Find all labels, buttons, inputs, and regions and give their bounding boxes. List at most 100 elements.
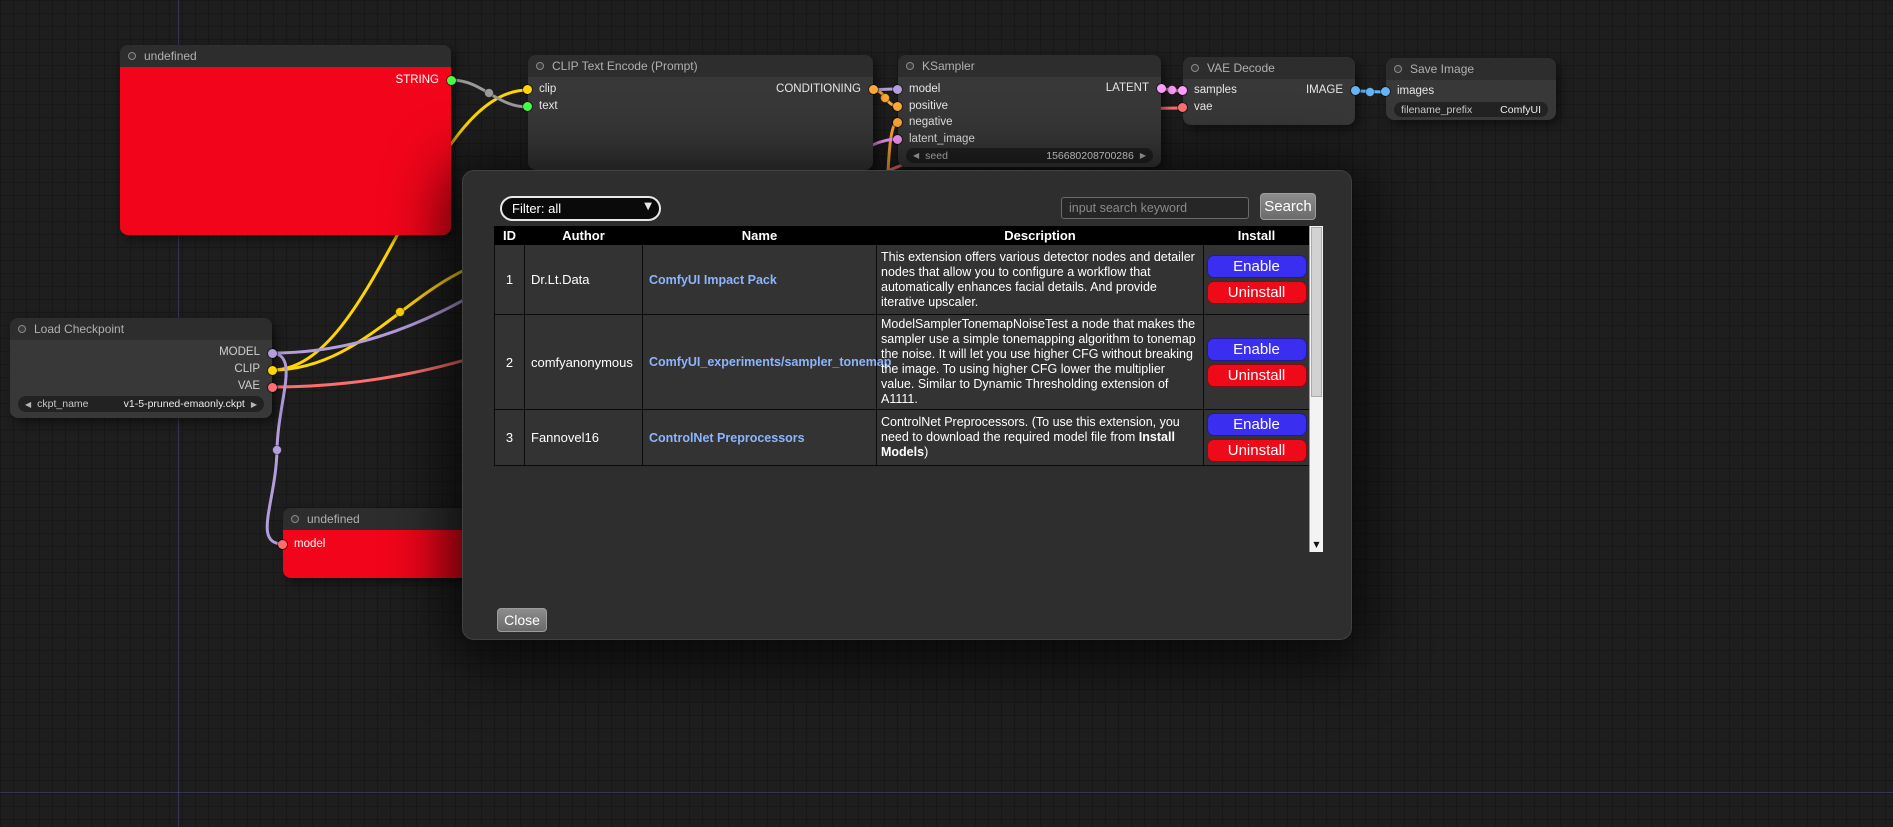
filename-prefix-widget[interactable]: filename_prefix ComfyUI	[1394, 102, 1548, 117]
input-slot-label: samples	[1194, 84, 1237, 96]
ext-install-cell: Enable Uninstall	[1204, 315, 1310, 410]
collapse-dot-icon[interactable]	[128, 52, 136, 60]
collapse-dot-icon[interactable]	[1191, 64, 1199, 72]
node-title: KSampler	[922, 59, 975, 73]
ext-author: Fannovel16	[525, 410, 643, 466]
header-description: Description	[877, 227, 1204, 245]
seed-widget-label: seed	[925, 150, 948, 162]
custom-nodes-manager-dialog: Filter: all ▼ Search ID Author Name Desc…	[462, 170, 1352, 640]
link-midpoint-dot	[396, 308, 405, 317]
scrollbar-down-arrow-icon[interactable]: ▼	[1310, 538, 1323, 552]
table-row: 2 comfyanonymous ComfyUI_experiments/sam…	[495, 315, 1310, 410]
node-title-bar[interactable]: Save Image	[1386, 58, 1556, 80]
link-midpoint-dot	[485, 89, 494, 98]
node-title-bar[interactable]: KSampler	[898, 55, 1161, 77]
slot-dot-string-output[interactable]	[447, 76, 456, 85]
table-header-row: ID Author Name Description Install	[495, 227, 1310, 245]
input-slot-label: text	[539, 100, 558, 112]
ext-name-link[interactable]: ComfyUI_experiments/sampler_tonemap	[649, 355, 891, 369]
uninstall-button[interactable]: Uninstall	[1207, 364, 1307, 387]
ext-name-link[interactable]: ControlNet Preprocessors	[649, 431, 805, 445]
ext-name-link[interactable]: ComfyUI Impact Pack	[649, 273, 777, 287]
node-title-bar[interactable]: CLIP Text Encode (Prompt)	[528, 55, 873, 77]
uninstall-button[interactable]: Uninstall	[1207, 281, 1307, 304]
node-load-checkpoint[interactable]: Load Checkpoint MODEL CLIP VAE ◀ ckpt_na…	[10, 318, 272, 418]
search-input[interactable]	[1061, 197, 1249, 219]
node-graph-canvas[interactable]: undefined STRING CLIP Text Encode (Promp…	[0, 0, 1893, 827]
slot-dot-vae-output[interactable]	[268, 383, 277, 392]
slot-dot-negative-input[interactable]	[893, 118, 902, 127]
slot-dot-conditioning-output[interactable]	[869, 85, 878, 94]
slot-dot-vae-input[interactable]	[1178, 103, 1187, 112]
slot-dot-clip-input[interactable]	[523, 85, 532, 94]
node-title-bar[interactable]: undefined	[283, 508, 473, 530]
slot-dot-model-input[interactable]	[278, 540, 287, 549]
header-name: Name	[643, 227, 877, 245]
node-undefined-bottom[interactable]: undefined model	[283, 508, 473, 578]
ext-install-cell: Enable Uninstall	[1204, 410, 1310, 466]
collapse-dot-icon[interactable]	[536, 62, 544, 70]
uninstall-button[interactable]: Uninstall	[1207, 439, 1307, 462]
close-button[interactable]: Close	[497, 608, 547, 632]
widget-label: filename_prefix	[1401, 104, 1472, 116]
node-title-bar[interactable]: Load Checkpoint	[10, 318, 272, 340]
node-error-body	[120, 67, 451, 235]
slot-dot-positive-input[interactable]	[893, 102, 902, 111]
extensions-table: ID Author Name Description Install 1 Dr.…	[494, 226, 1310, 466]
widget-value[interactable]: v1-5-pruned-emaonly.ckpt	[124, 398, 245, 410]
slot-dot-samples-input[interactable]	[1178, 86, 1187, 95]
node-title: VAE Decode	[1207, 61, 1275, 75]
enable-button[interactable]: Enable	[1207, 338, 1307, 361]
node-title-bar[interactable]: undefined	[120, 45, 451, 67]
ext-description-text: )	[924, 445, 928, 459]
slot-dot-text-input[interactable]	[523, 102, 532, 111]
filter-select[interactable]: Filter: all	[500, 196, 661, 221]
link-midpoint-dot	[1168, 86, 1177, 95]
output-slot-label: STRING	[396, 74, 439, 86]
output-slot-label: CLIP	[234, 363, 260, 375]
scrollbar-thumb[interactable]	[1311, 227, 1322, 397]
slot-dot-images-input[interactable]	[1381, 87, 1390, 96]
collapse-dot-icon[interactable]	[906, 62, 914, 70]
node-save-image[interactable]: Save Image images filename_prefix ComfyU…	[1386, 58, 1556, 120]
enable-button[interactable]: Enable	[1207, 413, 1307, 436]
slot-dot-latent-image-input[interactable]	[893, 135, 902, 144]
slot-dot-latent-output[interactable]	[1157, 84, 1166, 93]
node-undefined-top[interactable]: undefined STRING	[120, 45, 451, 235]
node-title: Save Image	[1410, 62, 1474, 76]
seed-widget-value[interactable]: 156680208700286	[1046, 150, 1134, 162]
enable-button[interactable]: Enable	[1207, 255, 1307, 278]
node-title: CLIP Text Encode (Prompt)	[552, 59, 698, 73]
input-slot-label: negative	[909, 116, 952, 128]
slot-dot-clip-output[interactable]	[268, 366, 277, 375]
node-clip-text-encode[interactable]: CLIP Text Encode (Prompt) clip text COND…	[528, 55, 873, 170]
ext-author: Dr.Lt.Data	[525, 245, 643, 315]
node-title-bar[interactable]: VAE Decode	[1183, 57, 1355, 79]
filter-select-wrap: Filter: all ▼	[500, 196, 661, 221]
slot-dot-model-input[interactable]	[893, 85, 902, 94]
collapse-dot-icon[interactable]	[291, 515, 299, 523]
widget-value[interactable]: ComfyUI	[1500, 104, 1541, 116]
ext-description: This extension offers various detector n…	[877, 245, 1204, 315]
input-slot-label: model	[294, 538, 325, 550]
slot-dot-image-output[interactable]	[1351, 86, 1360, 95]
node-ksampler[interactable]: KSampler model positive negative latent_…	[898, 55, 1161, 167]
collapse-dot-icon[interactable]	[1394, 65, 1402, 73]
collapse-dot-icon[interactable]	[18, 325, 26, 333]
ckpt-next-icon[interactable]: ▶	[251, 400, 257, 409]
input-slot-label: latent_image	[909, 133, 975, 145]
ext-description: ControlNet Preprocessors. (To use this e…	[877, 410, 1204, 466]
ckpt-name-widget[interactable]: ◀ ckpt_name v1-5-pruned-emaonly.ckpt ▶	[18, 396, 264, 412]
seed-widget[interactable]: ◀ seed 156680208700286 ▶	[906, 148, 1153, 163]
link-midpoint-dot	[881, 94, 890, 103]
header-install: Install	[1204, 227, 1310, 245]
wire-string-to-text	[451, 80, 528, 107]
node-vae-decode[interactable]: VAE Decode samples vae IMAGE	[1183, 57, 1355, 125]
table-scrollbar[interactable]: ▼	[1309, 226, 1323, 552]
slot-dot-model-output[interactable]	[268, 349, 277, 358]
seed-decrement-icon[interactable]: ◀	[913, 151, 919, 160]
ckpt-prev-icon[interactable]: ◀	[25, 400, 31, 409]
search-button[interactable]: Search	[1260, 193, 1316, 220]
input-slot-label: clip	[539, 83, 556, 95]
seed-increment-icon[interactable]: ▶	[1140, 151, 1146, 160]
